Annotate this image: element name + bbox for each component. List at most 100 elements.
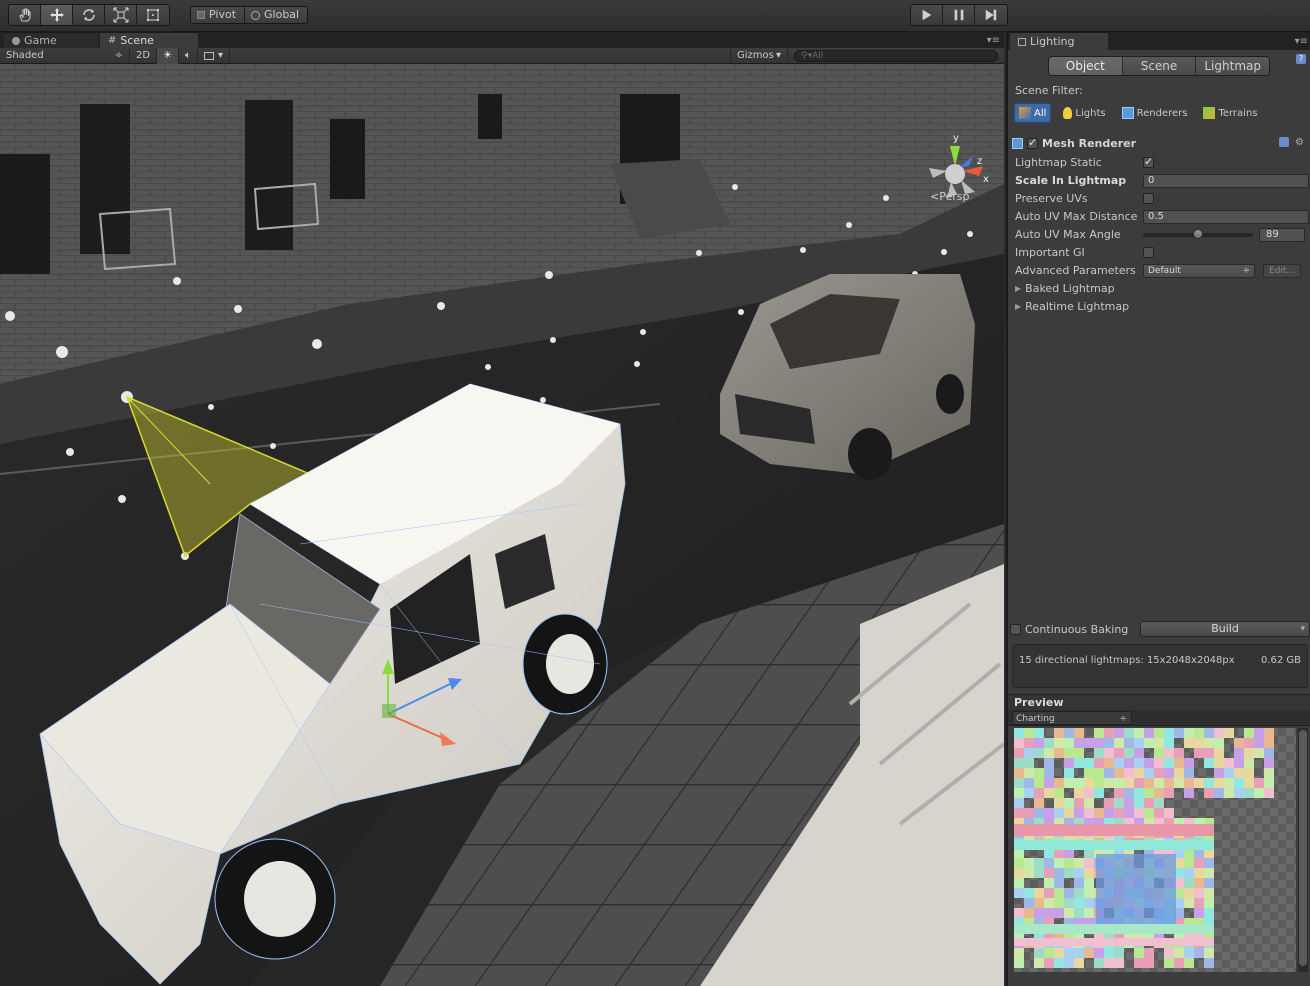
- advanced-parameters-dropdown[interactable]: Default ÷: [1143, 263, 1255, 278]
- scale-in-lightmap-row: Scale In Lightmap 0: [1015, 172, 1309, 189]
- auto-uv-max-distance-label: Auto UV Max Distance: [1015, 210, 1138, 223]
- triangle-right-icon: ▶: [1015, 283, 1022, 293]
- auto-uv-max-angle-field[interactable]: 89: [1259, 227, 1305, 242]
- preserve-uvs-checkbox[interactable]: [1143, 193, 1154, 204]
- scene-search-input[interactable]: ⚲▾All: [794, 50, 998, 62]
- tab-lighting[interactable]: Lighting: [1010, 32, 1108, 50]
- step-button[interactable]: [975, 5, 1007, 25]
- move-tool-button[interactable]: [41, 5, 73, 25]
- slider-track[interactable]: [1143, 228, 1253, 239]
- gizmos-dropdown[interactable]: Gizmos ▾: [730, 47, 788, 64]
- tab-scene[interactable]: # Scene: [100, 32, 198, 48]
- important-gi-checkbox[interactable]: [1143, 247, 1154, 258]
- tab-object[interactable]: Object: [1049, 57, 1123, 75]
- scene-audio-toggle[interactable]: 🔈︎: [179, 47, 199, 64]
- preserve-uvs-label: Preserve UVs: [1015, 192, 1088, 205]
- shading-mode-label: Shaded: [6, 49, 44, 61]
- tab-menu-icon[interactable]: ▾≡: [987, 35, 1000, 46]
- rect-tool-button[interactable]: [137, 5, 169, 25]
- filter-terrains-button[interactable]: Terrains: [1199, 103, 1261, 123]
- lighting-window: Lighting ▾≡ ? Object Scene Lightmap Scen…: [1006, 32, 1310, 986]
- hand-tool-button[interactable]: [9, 5, 41, 25]
- build-button[interactable]: Build ▾: [1140, 621, 1310, 637]
- global-button[interactable]: Global: [245, 7, 308, 23]
- preview-scrollbar[interactable]: [1298, 728, 1308, 972]
- scene-effects-dropdown[interactable]: ▾: [198, 47, 231, 64]
- slider-thumb[interactable]: [1193, 228, 1203, 239]
- projection-toggle[interactable]: <Persp: [930, 190, 969, 203]
- persp-icon: <: [930, 190, 940, 203]
- tab-menu-icon[interactable]: ▾≡: [1295, 36, 1308, 47]
- gear-icon[interactable]: ⚙: [1295, 137, 1304, 148]
- continuous-baking-toggle[interactable]: Continuous Baking: [1010, 623, 1140, 636]
- mode-2d-toggle[interactable]: 2D: [130, 47, 158, 64]
- baked-lightmap-foldout[interactable]: ▶ Baked Lightmap: [1015, 280, 1115, 296]
- lightmap-static-checkbox[interactable]: [1143, 155, 1154, 168]
- preview-mode-dropdown[interactable]: Charting ÷: [1012, 711, 1132, 725]
- component-title: Mesh Renderer: [1042, 136, 1137, 150]
- filter-lights-label: Lights: [1075, 107, 1106, 119]
- scene-view-toolbar: Shaded ÷ 2D ☀ 🔈︎ ▾ Gizmos ▾ ⚲▾All: [0, 47, 1004, 64]
- window: [330, 119, 365, 199]
- scene-filter-label: Scene Filter:: [1015, 84, 1083, 97]
- pause-button[interactable]: [943, 5, 975, 25]
- mesh-renderer-enabled-checkbox[interactable]: [1027, 136, 1038, 149]
- lighting-tab-icon: [1018, 37, 1026, 46]
- bake-row: Continuous Baking Build ▾: [1010, 620, 1310, 638]
- scene-lighting-toggle[interactable]: ☀: [157, 47, 180, 64]
- realtime-lightmap-foldout[interactable]: ▶ Realtime Lightmap: [1015, 298, 1129, 314]
- shading-mode-dropdown[interactable]: Shaded ÷: [0, 47, 130, 64]
- lighting-mode-tabs: Object Scene Lightmap: [1048, 56, 1270, 76]
- speaker-icon: 🔈︎: [185, 49, 192, 61]
- filter-lights-button[interactable]: Lights: [1059, 103, 1109, 123]
- help-icon[interactable]: [1279, 137, 1290, 147]
- play-button[interactable]: [911, 5, 943, 25]
- preview-toolbar: Charting ÷: [1008, 710, 1310, 726]
- gizmo-y-label: y: [953, 133, 959, 144]
- scale-tool-button[interactable]: [105, 5, 137, 25]
- rect-transform-icon: [147, 9, 159, 21]
- lightmap-preview[interactable]: [1014, 728, 1302, 976]
- transform-tools: [8, 4, 170, 26]
- pivot-label: Pivot: [209, 8, 237, 21]
- edit-button[interactable]: Edit...: [1263, 263, 1301, 278]
- help-icon[interactable]: ?: [1296, 54, 1306, 64]
- scene-filter-row: All Lights Renderers Terrains: [1014, 102, 1262, 124]
- pivot-button[interactable]: Pivot: [191, 7, 246, 23]
- filter-renderers-button[interactable]: Renderers: [1118, 103, 1192, 123]
- continuous-baking-checkbox[interactable]: [1010, 623, 1021, 635]
- chevron-down-icon: ÷: [114, 49, 123, 61]
- tab-lightmap[interactable]: Lightmap: [1196, 57, 1269, 75]
- move-icon: [49, 8, 64, 22]
- scene-tab-icon: #: [108, 34, 117, 46]
- chevron-down-icon[interactable]: ▾: [1300, 622, 1305, 636]
- scene-viewport[interactable]: y z x <Persp: [0, 64, 1004, 986]
- pause-icon: [954, 9, 963, 21]
- tab-scene-settings[interactable]: Scene: [1122, 57, 1197, 75]
- filter-all-button[interactable]: All: [1014, 103, 1052, 123]
- scrollbar-thumb[interactable]: [1299, 730, 1307, 966]
- scale-in-lightmap-field[interactable]: 0: [1143, 173, 1309, 188]
- advanced-parameters-row: Advanced Parameters Default ÷ Edit...: [1015, 262, 1309, 279]
- component-header-icons: ⚙: [1279, 137, 1304, 148]
- persp-label: Persp: [939, 190, 970, 203]
- scene-render: y z x: [0, 64, 1004, 986]
- lightbulb-icon: [1063, 107, 1073, 119]
- auto-uv-max-angle-row: Auto UV Max Angle 89: [1015, 226, 1309, 243]
- rotate-icon: [82, 9, 95, 21]
- lightmap-info-text: 15 directional lightmaps: 15x2048x2048px: [1019, 655, 1235, 666]
- filter-terrains-label: Terrains: [1218, 107, 1258, 119]
- gizmo-x-label: x: [983, 174, 989, 185]
- tab-game[interactable]: Game: [4, 32, 98, 48]
- window: [80, 104, 130, 254]
- cube-icon: [1019, 107, 1031, 119]
- pivot-toggle-group: Pivot Global: [190, 6, 309, 24]
- lightmap-info-box: 15 directional lightmaps: 15x2048x2048px…: [1012, 644, 1308, 688]
- chevron-down-icon: ▾: [218, 49, 224, 61]
- renderer-icon: [1121, 107, 1134, 119]
- rotate-tool-button[interactable]: [73, 5, 105, 25]
- search-placeholder: All: [812, 51, 824, 61]
- image-icon: [204, 51, 215, 60]
- auto-uv-max-distance-field[interactable]: 0.5: [1143, 209, 1309, 224]
- mesh-renderer-icon: [1012, 137, 1023, 149]
